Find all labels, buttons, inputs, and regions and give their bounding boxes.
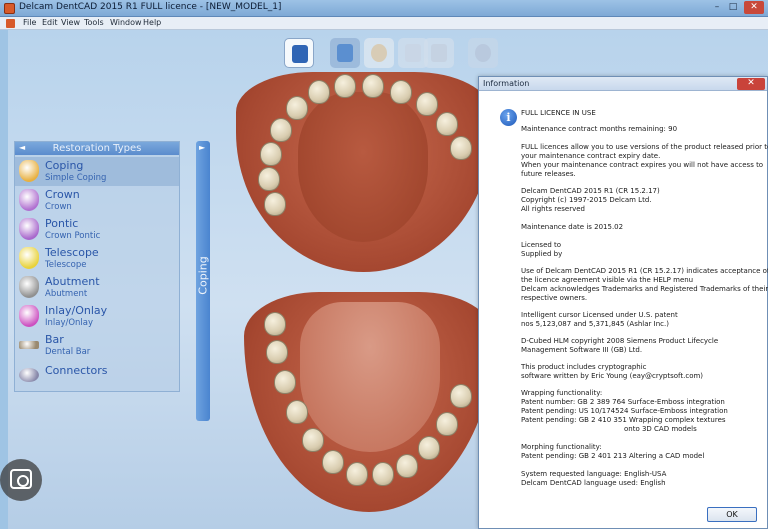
item-sublabel[interactable]: Dental Bar bbox=[45, 347, 90, 357]
upper-jaw-model[interactable] bbox=[236, 52, 496, 272]
dialog-message-line: Use of Delcam DentCAD 2015 R1 (CR 15.2.1… bbox=[521, 267, 768, 275]
item-sublabel[interactable]: Crown Pontic bbox=[45, 231, 100, 241]
menu-edit[interactable]: Edit bbox=[42, 18, 58, 27]
crown-icon bbox=[19, 189, 39, 211]
dialog-message-line: software written by Eric Young (eay@cryp… bbox=[521, 372, 704, 380]
lower-jaw-model[interactable] bbox=[244, 292, 494, 517]
coping-icon bbox=[19, 160, 39, 182]
bar-icon bbox=[19, 341, 39, 349]
minimize-button[interactable]: – bbox=[710, 1, 724, 14]
title-bar: Delcam DentCAD 2015 R1 FULL licence - [N… bbox=[0, 0, 768, 17]
dialog-message-line: D-Cubed HLM copyright 2008 Siemens Produ… bbox=[521, 337, 719, 345]
dialog-message-line: Morphing functionality: bbox=[521, 443, 602, 451]
abutment-icon bbox=[19, 276, 39, 298]
dialog-message-line: Delcam DentCAD language used: English bbox=[521, 479, 666, 487]
menu-view[interactable]: View bbox=[61, 18, 80, 27]
restoration-coping[interactable]: Coping Simple Coping bbox=[15, 157, 179, 186]
restoration-types-panel: ◄ Restoration Types Coping Simple Coping… bbox=[14, 141, 180, 392]
dialog-message-line: respective owners. bbox=[521, 294, 588, 302]
menu-tools[interactable]: Tools bbox=[84, 18, 104, 27]
palate bbox=[298, 92, 428, 242]
telescope-icon bbox=[19, 247, 39, 269]
info-icon: i bbox=[500, 109, 517, 126]
lens-icon bbox=[10, 469, 32, 489]
dialog-message-line: System requested language: English-USA bbox=[521, 470, 667, 478]
ok-button[interactable]: OK bbox=[707, 507, 757, 522]
app-icon bbox=[4, 3, 15, 14]
item-sublabel[interactable]: Inlay/Onlay bbox=[45, 318, 93, 328]
dialog-message-line: Licensed to bbox=[521, 241, 562, 249]
dialog-message-line: FULL LICENCE IN USE bbox=[521, 109, 596, 117]
menu-bar: File Edit View Tools Window Help bbox=[0, 17, 768, 30]
dialog-message-line: Maintenance date is 2015.02 bbox=[521, 223, 624, 231]
dialog-message-line: FULL licences allow you to use versions … bbox=[521, 143, 768, 151]
panel-title: Restoration Types bbox=[52, 143, 142, 154]
dialog-message-line: future releases. bbox=[521, 170, 576, 178]
dialog-message-line: Delcam acknowledges Trademarks and Regis… bbox=[521, 285, 768, 293]
dialog-message-line: your maintenance contract expiry date. bbox=[521, 152, 661, 160]
item-label: Crown bbox=[45, 188, 80, 201]
pontic-icon bbox=[19, 218, 39, 240]
dialog-message-line: onto 3D CAD models bbox=[624, 425, 697, 433]
window-title: Delcam DentCAD 2015 R1 FULL licence - [N… bbox=[19, 2, 282, 12]
document-icon bbox=[6, 19, 15, 28]
dialog-message-line: Wrapping functionality: bbox=[521, 389, 603, 397]
dialog-message-line: the licence agreement visible via the HE… bbox=[521, 276, 694, 284]
dialog-message-line: Delcam DentCAD 2015 R1 (CR 15.2.17) bbox=[521, 187, 660, 195]
dialog-message-line: This product includes cryptographic bbox=[521, 363, 647, 371]
item-sublabel[interactable]: Telescope bbox=[45, 260, 87, 270]
item-label: Pontic bbox=[45, 217, 79, 230]
menu-file[interactable]: File bbox=[23, 18, 36, 27]
tongue-area bbox=[300, 302, 440, 452]
dialog-message-line: Patent number: GB 2 389 764 Surface-Embo… bbox=[521, 398, 725, 406]
dialog-message-line: Management Software III (GB) Ltd. bbox=[521, 346, 643, 354]
item-label: Abutment bbox=[45, 275, 100, 288]
menu-help[interactable]: Help bbox=[143, 18, 161, 27]
dialog-message-line: Patent pending: GB 2 401 213 Altering a … bbox=[521, 452, 705, 460]
item-label: Coping bbox=[45, 159, 84, 172]
item-label: Telescope bbox=[45, 246, 99, 259]
information-dialog: Information ✕ i FULL LICENCE IN USE Maint… bbox=[478, 76, 768, 529]
dialog-message-line: nos 5,123,087 and 5,371,845 (Ashlar Inc.… bbox=[521, 320, 669, 328]
item-sublabel[interactable]: Simple Coping bbox=[45, 173, 106, 183]
panel-header: ◄ Restoration Types bbox=[15, 142, 179, 155]
dialog-message-line: Patent pending: GB 2 410 351 Wrapping co… bbox=[521, 416, 726, 424]
dialog-title: Information bbox=[483, 79, 530, 88]
maximize-button[interactable]: □ bbox=[726, 1, 740, 14]
restoration-telescope[interactable]: Telescope Telescope bbox=[15, 244, 179, 273]
dialog-close-button[interactable]: ✕ bbox=[737, 78, 765, 90]
restoration-bar[interactable]: Bar Dental Bar bbox=[15, 331, 179, 360]
expand-arrow-icon[interactable]: ► bbox=[199, 143, 205, 152]
dialog-message-line: Maintenance contract months remaining: 9… bbox=[521, 125, 678, 133]
dialog-message-line: Patent pending: US 10/174524 Surface-Emb… bbox=[521, 407, 728, 415]
restoration-pontic[interactable]: Pontic Crown Pontic bbox=[15, 215, 179, 244]
coping-side-tab[interactable]: ► Coping bbox=[196, 141, 210, 421]
image-search-lens[interactable] bbox=[0, 459, 42, 501]
item-label: Inlay/Onlay bbox=[45, 304, 108, 317]
item-sublabel[interactable]: Abutment bbox=[45, 289, 87, 299]
menu-window[interactable]: Window bbox=[110, 18, 142, 27]
item-sublabel[interactable]: Crown bbox=[45, 202, 72, 212]
dialog-message-line: Intelligent cursor Licensed under U.S. p… bbox=[521, 311, 678, 319]
inlay-onlay-icon bbox=[19, 305, 39, 327]
item-label: Connectors bbox=[45, 364, 108, 377]
dialog-message-line: Copyright (c) 1997-2015 Delcam Ltd. bbox=[521, 196, 652, 204]
restoration-connectors[interactable]: Connectors bbox=[15, 362, 179, 391]
dialog-message-line: When your maintenance contract expires y… bbox=[521, 161, 764, 169]
side-tab-label: Coping bbox=[196, 256, 210, 295]
connectors-icon bbox=[19, 368, 39, 382]
restoration-crown[interactable]: Crown Crown bbox=[15, 186, 179, 215]
dialog-title-bar: Information ✕ bbox=[479, 77, 767, 91]
dialog-message-line: All rights reserved bbox=[521, 205, 585, 213]
item-label: Bar bbox=[45, 333, 64, 346]
restoration-abutment[interactable]: Abutment Abutment bbox=[15, 273, 179, 302]
close-button[interactable]: ✕ bbox=[744, 1, 764, 14]
restoration-inlay-onlay[interactable]: Inlay/Onlay Inlay/Onlay bbox=[15, 302, 179, 331]
dialog-message-line: Supplied by bbox=[521, 250, 563, 258]
